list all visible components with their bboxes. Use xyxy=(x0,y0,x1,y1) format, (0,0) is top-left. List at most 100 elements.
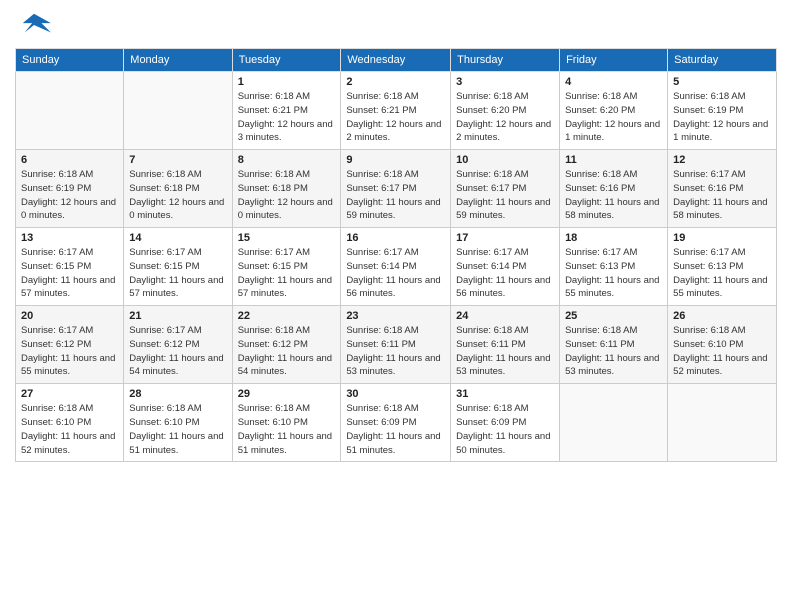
calendar-day-header: Friday xyxy=(560,49,668,72)
day-number: 11 xyxy=(565,154,662,166)
calendar-cell: 9 Sunrise: 6:18 AMSunset: 6:17 PMDaylight… xyxy=(341,150,451,228)
day-info: Sunrise: 6:18 AMSunset: 6:11 PMDaylight:… xyxy=(565,324,662,379)
day-info: Sunrise: 6:18 AMSunset: 6:10 PMDaylight:… xyxy=(21,402,118,457)
calendar-cell: 16Sunrise: 6:17 AMSunset: 6:14 PMDayligh… xyxy=(341,228,451,306)
day-number: 13 xyxy=(21,232,118,244)
day-number: 1 xyxy=(238,76,336,88)
day-info: Sunrise: 6:17 AMSunset: 6:12 PMDaylight:… xyxy=(21,324,118,379)
calendar-week-row: 1 Sunrise: 6:18 AMSunset: 6:21 PMDaylight… xyxy=(16,72,777,150)
calendar-day-header: Wednesday xyxy=(341,49,451,72)
calendar-cell: 25 Sunrise: 6:18 AMSunset: 6:11 PMDayligh… xyxy=(560,306,668,384)
calendar-header-row: SundayMondayTuesdayWednesdayThursdayFrid… xyxy=(16,49,777,72)
day-number: 3 xyxy=(456,76,554,88)
calendar-cell: 23 Sunrise: 6:18 AMSunset: 6:11 PMDayligh… xyxy=(341,306,451,384)
day-number: 9 xyxy=(346,154,445,166)
day-info: Sunrise: 6:17 AMSunset: 6:12 PMDaylight:… xyxy=(129,324,226,379)
calendar-cell: 13 Sunrise: 6:17 AMSunset: 6:15 PMDayligh… xyxy=(16,228,124,306)
calendar-cell: 18 Sunrise: 6:17 AMSunset: 6:13 PMDayligh… xyxy=(560,228,668,306)
day-info: Sunrise: 6:17 AMSunset: 6:13 PMDaylight:… xyxy=(673,246,771,301)
calendar-cell: 30 Sunrise: 6:18 AMSunset: 6:09 PMDayligh… xyxy=(341,384,451,462)
calendar-cell: 4 Sunrise: 6:18 AMSunset: 6:20 PMDaylight… xyxy=(560,72,668,150)
day-number: 18 xyxy=(565,232,662,244)
calendar-cell: 12 Sunrise: 6:17 AMSunset: 6:16 PMDayligh… xyxy=(668,150,777,228)
calendar-cell xyxy=(16,72,124,150)
day-number: 6 xyxy=(21,154,118,166)
day-info: Sunrise: 6:18 AMSunset: 6:10 PMDaylight:… xyxy=(129,402,226,457)
calendar-cell: 24 Sunrise: 6:18 AMSunset: 6:11 PMDayligh… xyxy=(451,306,560,384)
day-info: Sunrise: 6:18 AMSunset: 6:19 PMDaylight:… xyxy=(21,168,118,223)
day-number: 19 xyxy=(673,232,771,244)
day-info: Sunrise: 6:18 AMSunset: 6:10 PMDaylight:… xyxy=(238,402,336,457)
calendar-day-header: Sunday xyxy=(16,49,124,72)
day-number: 29 xyxy=(238,388,336,400)
calendar-cell: 29 Sunrise: 6:18 AMSunset: 6:10 PMDayligh… xyxy=(232,384,341,462)
day-number: 15 xyxy=(238,232,336,244)
day-info: Sunrise: 6:17 AMSunset: 6:16 PMDaylight:… xyxy=(673,168,771,223)
day-info: Sunrise: 6:18 AMSunset: 6:11 PMDaylight:… xyxy=(456,324,554,379)
day-info: Sunrise: 6:18 AMSunset: 6:09 PMDaylight:… xyxy=(456,402,554,457)
day-number: 31 xyxy=(456,388,554,400)
day-info: Sunrise: 6:17 AMSunset: 6:15 PMDaylight:… xyxy=(21,246,118,301)
calendar-table: SundayMondayTuesdayWednesdayThursdayFrid… xyxy=(15,48,777,462)
calendar-day-header: Thursday xyxy=(451,49,560,72)
day-number: 4 xyxy=(565,76,662,88)
calendar-cell: 1Sunrise: 6:18 AMSunset: 6:21 PMDaylight… xyxy=(232,72,341,150)
day-number: 23 xyxy=(346,310,445,322)
day-info: Sunrise: 6:17 AMSunset: 6:13 PMDaylight:… xyxy=(565,246,662,301)
day-info: Sunrise: 6:17 AMSunset: 6:15 PMDaylight:… xyxy=(238,246,336,301)
day-info: Sunrise: 6:18 AMSunset: 6:10 PMDaylight:… xyxy=(673,324,771,379)
day-number: 8 xyxy=(238,154,336,166)
day-number: 28 xyxy=(129,388,226,400)
calendar-cell: 8Sunrise: 6:18 AMSunset: 6:18 PMDaylight… xyxy=(232,150,341,228)
day-info: Sunrise: 6:17 AMSunset: 6:15 PMDaylight:… xyxy=(129,246,226,301)
calendar-week-row: 20Sunrise: 6:17 AMSunset: 6:12 PMDayligh… xyxy=(16,306,777,384)
day-number: 16 xyxy=(346,232,445,244)
day-number: 17 xyxy=(456,232,554,244)
header xyxy=(15,10,777,40)
calendar-cell: 31 Sunrise: 6:18 AMSunset: 6:09 PMDayligh… xyxy=(451,384,560,462)
day-number: 27 xyxy=(21,388,118,400)
calendar-cell: 26 Sunrise: 6:18 AMSunset: 6:10 PMDayligh… xyxy=(668,306,777,384)
day-number: 2 xyxy=(346,76,445,88)
calendar-cell: 2 Sunrise: 6:18 AMSunset: 6:21 PMDaylight… xyxy=(341,72,451,150)
calendar-cell: 17 Sunrise: 6:17 AMSunset: 6:14 PMDayligh… xyxy=(451,228,560,306)
day-number: 5 xyxy=(673,76,771,88)
logo-bird-icon xyxy=(15,10,53,40)
calendar-cell xyxy=(560,384,668,462)
calendar-week-row: 27 Sunrise: 6:18 AMSunset: 6:10 PMDayligh… xyxy=(16,384,777,462)
day-info: Sunrise: 6:18 AMSunset: 6:09 PMDaylight:… xyxy=(346,402,445,457)
calendar-cell: 19 Sunrise: 6:17 AMSunset: 6:13 PMDayligh… xyxy=(668,228,777,306)
day-number: 26 xyxy=(673,310,771,322)
day-number: 21 xyxy=(129,310,226,322)
day-number: 14 xyxy=(129,232,226,244)
day-number: 7 xyxy=(129,154,226,166)
day-number: 30 xyxy=(346,388,445,400)
day-info: Sunrise: 6:18 AMSunset: 6:17 PMDaylight:… xyxy=(346,168,445,223)
calendar-cell: 6 Sunrise: 6:18 AMSunset: 6:19 PMDaylight… xyxy=(16,150,124,228)
day-number: 10 xyxy=(456,154,554,166)
day-info: Sunrise: 6:18 AMSunset: 6:16 PMDaylight:… xyxy=(565,168,662,223)
calendar-cell xyxy=(668,384,777,462)
day-number: 25 xyxy=(565,310,662,322)
day-info: Sunrise: 6:18 AMSunset: 6:20 PMDaylight:… xyxy=(456,90,554,145)
day-info: Sunrise: 6:17 AMSunset: 6:14 PMDaylight:… xyxy=(456,246,554,301)
day-info: Sunrise: 6:18 AMSunset: 6:20 PMDaylight:… xyxy=(565,90,662,145)
day-info: Sunrise: 6:18 AMSunset: 6:17 PMDaylight:… xyxy=(456,168,554,223)
day-number: 24 xyxy=(456,310,554,322)
calendar-cell: 22Sunrise: 6:18 AMSunset: 6:12 PMDayligh… xyxy=(232,306,341,384)
page: SundayMondayTuesdayWednesdayThursdayFrid… xyxy=(0,0,792,612)
calendar-cell: 7Sunrise: 6:18 AMSunset: 6:18 PMDaylight… xyxy=(124,150,232,228)
calendar-day-header: Monday xyxy=(124,49,232,72)
day-number: 22 xyxy=(238,310,336,322)
calendar-cell: 27 Sunrise: 6:18 AMSunset: 6:10 PMDayligh… xyxy=(16,384,124,462)
calendar-cell: 28 Sunrise: 6:18 AMSunset: 6:10 PMDayligh… xyxy=(124,384,232,462)
calendar-day-header: Tuesday xyxy=(232,49,341,72)
calendar-cell: 20Sunrise: 6:17 AMSunset: 6:12 PMDayligh… xyxy=(16,306,124,384)
calendar-cell: 10 Sunrise: 6:18 AMSunset: 6:17 PMDayligh… xyxy=(451,150,560,228)
calendar-week-row: 13 Sunrise: 6:17 AMSunset: 6:15 PMDayligh… xyxy=(16,228,777,306)
day-info: Sunrise: 6:18 AMSunset: 6:11 PMDaylight:… xyxy=(346,324,445,379)
day-number: 12 xyxy=(673,154,771,166)
calendar-week-row: 6 Sunrise: 6:18 AMSunset: 6:19 PMDaylight… xyxy=(16,150,777,228)
day-info: Sunrise: 6:18 AMSunset: 6:21 PMDaylight:… xyxy=(346,90,445,145)
calendar-cell: 3 Sunrise: 6:18 AMSunset: 6:20 PMDaylight… xyxy=(451,72,560,150)
